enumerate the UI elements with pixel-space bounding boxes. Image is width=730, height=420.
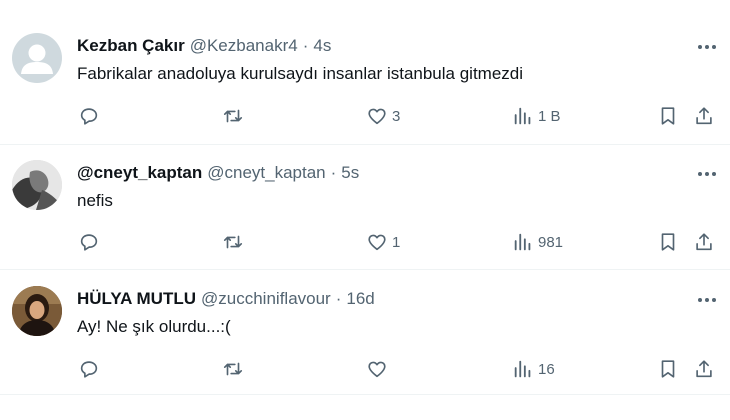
share-icon [696,107,712,125]
tweet-header: Kezban Çakır @Kezbanakr4 · 4s [77,35,331,57]
bookmark-icon [661,360,675,378]
views-icon [514,360,531,378]
tweet-text: Fabrikalar anadoluya kurulsaydı insanlar… [77,64,524,83]
retweet-button[interactable] [222,230,244,254]
more-icon[interactable] [696,36,718,58]
view-count: 16 [538,360,555,378]
like-count: 3 [392,107,401,125]
default-avatar-icon [21,44,53,74]
views-button[interactable]: 1 B [512,104,561,128]
bw-photo-avatar [12,160,62,210]
user-handle[interactable]: @zucchiniflavour [201,289,331,309]
retweet-icon [223,109,243,123]
separator-dot: · [335,289,342,308]
display-name[interactable]: @cneyt_kaptan [77,163,202,183]
reply-icon [80,361,98,378]
tweet[interactable]: HÜLYA MUTLU @zucchiniflavour · 16d Ay! N… [0,270,730,395]
like-button[interactable]: 3 [366,104,400,128]
retweet-button[interactable] [222,357,244,381]
separator-dot: · [302,36,309,55]
tweet-header: HÜLYA MUTLU @zucchiniflavour · 16d [77,288,375,310]
more-icon[interactable] [696,163,718,185]
photo-avatar [12,286,62,336]
reply-icon [80,234,98,251]
like-icon [368,108,386,125]
views-button[interactable]: 16 [512,357,555,381]
views-icon [514,107,531,125]
share-button[interactable] [693,104,715,128]
timestamp[interactable]: 16d [346,289,374,309]
user-handle[interactable]: @Kezbanakr4 [190,36,298,56]
tweet-feed: Kezban Çakır @Kezbanakr4 · 4s Fabrikalar… [0,0,730,420]
tweet-text: nefis [77,191,113,210]
view-count: 981 [538,233,564,251]
avatar[interactable] [12,33,62,83]
view-count: 1 B [538,107,561,125]
more-icon[interactable] [696,289,718,311]
tweet[interactable]: @cneyt_kaptan @cneyt_kaptan · 5s nefis 1… [0,145,730,270]
display-name[interactable]: HÜLYA MUTLU [77,289,196,309]
retweet-button[interactable] [222,104,244,128]
avatar[interactable] [12,160,62,210]
like-icon [368,234,386,251]
display-name[interactable]: Kezban Çakır [77,36,185,56]
like-button[interactable]: 1 [366,230,400,254]
bookmark-icon [661,233,675,251]
timestamp[interactable]: 5s [341,163,359,183]
bookmark-icon [661,107,675,125]
retweet-icon [223,362,243,376]
reply-button[interactable] [78,357,100,381]
views-icon [514,233,531,251]
share-button[interactable] [693,357,715,381]
retweet-icon [223,235,243,249]
like-button[interactable] [366,357,392,381]
separator-dot: · [330,163,337,182]
bookmark-button[interactable] [657,104,679,128]
reply-button[interactable] [78,230,100,254]
views-button[interactable]: 981 [512,230,563,254]
bookmark-button[interactable] [657,357,679,381]
share-icon [696,360,712,378]
tweet-header: @cneyt_kaptan @cneyt_kaptan · 5s [77,162,359,184]
reply-icon [80,108,98,125]
like-icon [368,361,386,378]
timestamp[interactable]: 4s [313,36,331,56]
avatar[interactable] [12,286,62,336]
share-icon [696,233,712,251]
like-count: 1 [392,233,401,251]
user-handle[interactable]: @cneyt_kaptan [207,163,325,183]
bookmark-button[interactable] [657,230,679,254]
tweet-text: Ay! Ne şık olurdu...:( [77,317,231,336]
share-button[interactable] [693,230,715,254]
tweet[interactable]: Kezban Çakır @Kezbanakr4 · 4s Fabrikalar… [0,0,730,145]
reply-button[interactable] [78,104,100,128]
